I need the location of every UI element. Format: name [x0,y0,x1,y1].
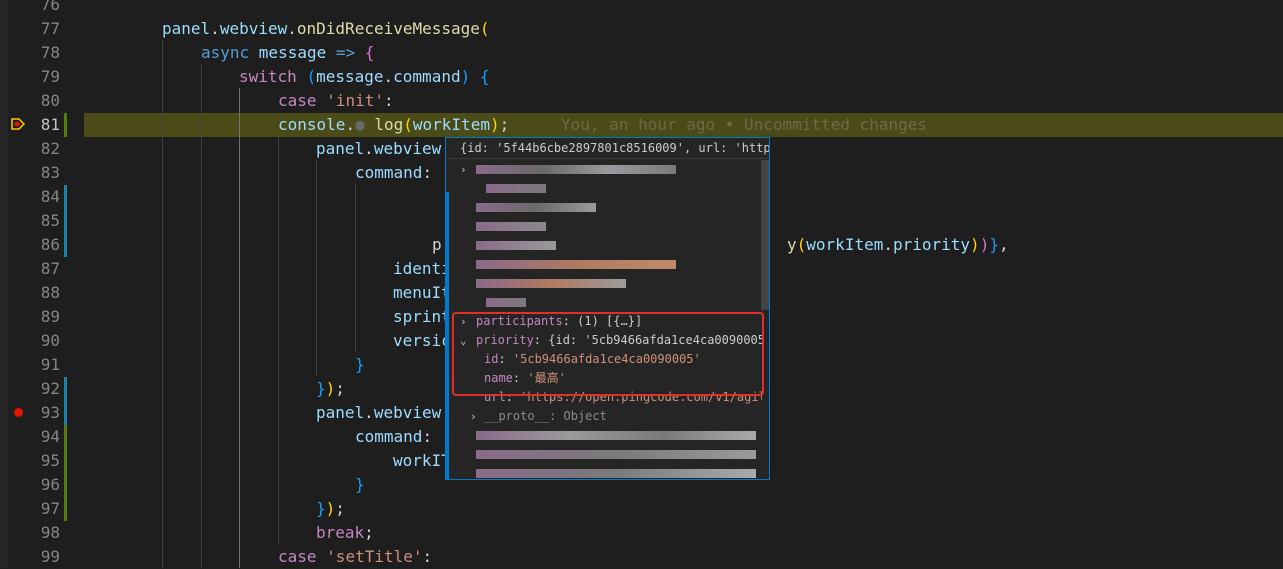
code-text[interactable]: panel.webview. [316,137,451,161]
tree-row-blurred [446,198,762,217]
line-number: 93 [40,403,60,422]
line-number: 79 [40,67,60,86]
tree-row-blurred [446,236,762,255]
gutter-modified-marker [64,113,67,137]
code-line[interactable]: 79 switch (message.command) { [0,65,1283,89]
line-86-tail: y(workItem.priority))}, [787,235,1009,254]
line-number: 89 [40,307,60,326]
line-number: 85 [40,211,60,230]
tree-row-blurred [446,274,762,293]
code-text[interactable]: async message => { [201,41,374,65]
line-number: 96 [40,475,60,494]
line-number: 83 [40,163,60,182]
popup-scrollbar[interactable] [761,160,769,310]
line-number: 80 [40,91,60,110]
code-text[interactable]: }); [316,377,345,401]
line-number: 97 [40,499,60,518]
line-number: 92 [40,379,60,398]
tree-row-blurred [446,445,762,464]
code-text[interactable]: switch (message.command) { [239,65,490,89]
line-number: 76 [40,0,60,14]
gutter-modified-marker [64,377,67,425]
line-number: 77 [40,19,60,38]
code-line[interactable]: 76 [0,0,1283,17]
code-text[interactable]: p [432,233,442,257]
chevron-right-icon[interactable]: › [470,407,477,426]
code-text[interactable]: case 'init': [278,89,394,113]
tree-row-blurred [446,217,762,236]
tree-row-blurred[interactable]: › [446,160,762,179]
priority-highlight-box [452,312,764,396]
code-text[interactable]: versic [393,329,451,353]
code-text[interactable]: panel.webview [316,401,441,425]
code-text[interactable]: command: [355,161,432,185]
code-text[interactable]: } [355,353,365,377]
code-text[interactable]: identi [393,257,451,281]
code-text[interactable]: command: [355,425,432,449]
code-text[interactable]: case 'setTitle': [278,545,432,569]
code-line[interactable]: 78 async message => { [0,41,1283,65]
tree-row-blurred [446,179,762,198]
line-number: 91 [40,355,60,374]
code-text[interactable]: panel.webview.onDidReceiveMessage( [162,17,490,41]
tree-row-blurred [446,293,762,312]
line-number: 88 [40,283,60,302]
chevron-right-icon[interactable]: › [460,160,467,179]
line-number: 90 [40,331,60,350]
breakpoint-execution-icon[interactable] [11,117,25,131]
code-line[interactable]: 98 break; [0,521,1283,545]
line-number: 87 [40,259,60,278]
code-line[interactable]: 97}); [0,497,1283,521]
debug-hover-popup[interactable]: {id: '5f44b6cbe2897801c8516009', url: 'h… [445,137,770,480]
tree-row-blurred [446,255,762,274]
git-blame-annotation: You, an hour ago • Uncommitted changes [561,115,928,134]
code-text[interactable]: console.● log(workItem); [278,113,509,137]
code-text[interactable]: workIT [393,449,451,473]
line-number: 98 [40,523,60,542]
popup-header: {id: '5f44b6cbe2897801c8516009', url: 'h… [446,138,769,159]
breakpoint-icon[interactable] [14,408,23,417]
line-number: 86 [40,235,60,254]
line-number: 94 [40,427,60,446]
code-text[interactable]: menuIt [393,281,451,305]
line-number: 84 [40,187,60,206]
code-text[interactable]: break; [316,521,374,545]
line-number: 81 [40,115,60,134]
code-line[interactable]: 99 case 'setTitle': [0,545,1283,569]
gutter-modified-marker [64,185,67,257]
code-line[interactable]: 80 case 'init': [0,89,1283,113]
line-number: 99 [40,547,60,566]
code-text[interactable]: }); [316,497,345,521]
line-number: 78 [40,43,60,62]
gutter-added-marker [64,425,67,521]
tree-row-blurred [446,426,762,445]
code-text[interactable]: } [355,473,365,497]
tree-row-proto[interactable]: › __proto__: Object [446,407,762,426]
line-number: 82 [40,139,60,158]
code-line[interactable]: 77 panel.webview.onDidReceiveMessage( [0,17,1283,41]
code-text[interactable]: sprint [393,305,451,329]
tree-row-blurred [446,464,762,479]
line-number: 95 [40,451,60,470]
